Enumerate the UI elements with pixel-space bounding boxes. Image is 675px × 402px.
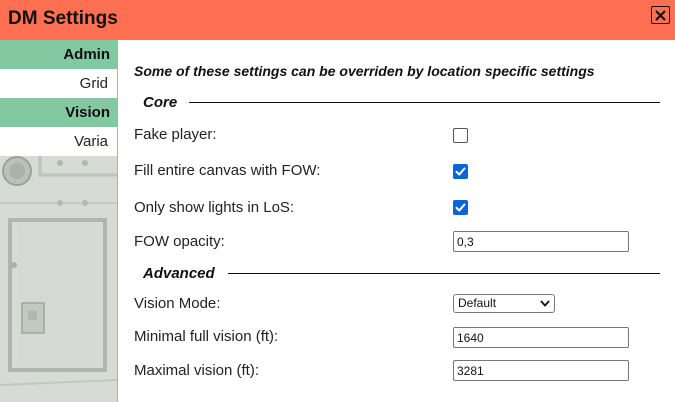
fill-canvas-checkbox[interactable] [453, 164, 468, 179]
vision-mode-selected: Default [458, 296, 497, 310]
vision-mode-select[interactable]: Default [453, 294, 555, 313]
sidebar: Admin Grid Vision Varia [0, 40, 118, 402]
intro-text: Some of these settings can be overriden … [134, 63, 595, 79]
sidebar-header-vision[interactable]: Vision [0, 98, 117, 127]
lights-los-label: Only show lights in LoS: [134, 199, 295, 216]
fow-opacity-input[interactable] [453, 231, 629, 252]
section-title-core: Core [143, 94, 178, 111]
section-divider [189, 102, 660, 103]
section-divider [228, 273, 660, 274]
close-button[interactable] [651, 6, 670, 24]
max-vision-input[interactable] [453, 360, 629, 381]
sidebar-item-varia[interactable]: Varia [0, 127, 117, 156]
fow-opacity-label: FOW opacity: [134, 233, 225, 250]
checkmark-icon [455, 203, 466, 212]
fake-player-label: Fake player: [134, 126, 217, 143]
map-background-image [0, 155, 117, 402]
section-title-advanced: Advanced [143, 265, 215, 282]
lights-los-checkbox[interactable] [453, 200, 468, 215]
max-vision-label: Maximal vision (ft): [134, 362, 260, 379]
fake-player-checkbox[interactable] [453, 128, 468, 143]
chevron-down-icon [540, 300, 550, 307]
dm-settings-dialog: DM Settings Admin Grid Vision Varia Some… [0, 0, 675, 402]
min-vision-input[interactable] [453, 327, 629, 348]
window-title: DM Settings [8, 8, 118, 29]
sidebar-item-grid[interactable]: Grid [0, 69, 117, 98]
sidebar-header-admin[interactable]: Admin [0, 40, 117, 69]
fill-canvas-label: Fill entire canvas with FOW: [134, 162, 321, 179]
titlebar: DM Settings [0, 0, 675, 40]
min-vision-label: Minimal full vision (ft): [134, 328, 279, 345]
vision-mode-label: Vision Mode: [134, 295, 221, 312]
close-icon [655, 10, 666, 20]
checkmark-icon [455, 167, 466, 176]
